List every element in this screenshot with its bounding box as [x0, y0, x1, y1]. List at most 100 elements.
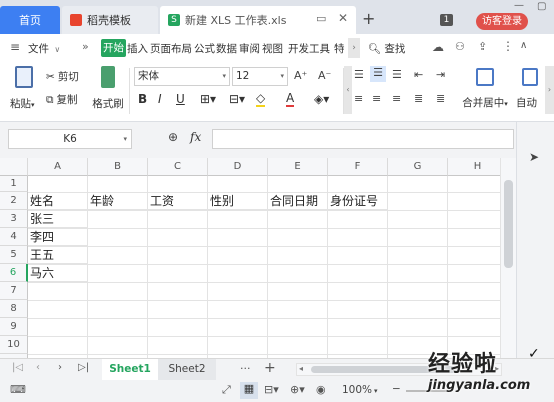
menu-item-formulas[interactable]: 公式: [194, 41, 215, 56]
zoom-level[interactable]: 100% ▾: [342, 384, 378, 396]
cell-C2[interactable]: 工资: [148, 192, 208, 210]
ribbon-scroll-left-icon[interactable]: ‹: [344, 66, 352, 114]
cloud-icon[interactable]: ☁: [432, 40, 444, 54]
next-sheet-icon[interactable]: ›: [58, 362, 62, 373]
zoom-out-button[interactable]: −: [392, 383, 401, 395]
font-size-select[interactable]: 12 ▾: [232, 67, 288, 86]
column-header[interactable]: H: [448, 158, 500, 176]
zoom-search-icon[interactable]: ⊕: [168, 130, 178, 144]
paste-button[interactable]: 粘贴▾: [10, 66, 38, 116]
name-box[interactable]: K6 ▾: [8, 129, 132, 149]
more-left-icon[interactable]: »: [82, 40, 89, 53]
minimize-tab-icon[interactable]: ▭: [316, 12, 326, 25]
menu-item-view[interactable]: 视图: [262, 41, 283, 56]
bold-icon[interactable]: B: [138, 92, 147, 106]
menu-item-home[interactable]: 开始: [101, 39, 126, 57]
row-header[interactable]: 10: [0, 336, 28, 354]
first-sheet-icon[interactable]: |◁: [12, 362, 23, 373]
scrollbar-thumb[interactable]: [504, 180, 513, 268]
cell-A6[interactable]: 马六: [28, 264, 88, 282]
ribbon-scroll-right-icon[interactable]: ›: [545, 66, 554, 114]
formula-input[interactable]: [212, 129, 514, 149]
search-box[interactable]: 🔍︎ 查找: [368, 39, 405, 57]
menu-item-insert[interactable]: 插入: [127, 41, 148, 56]
menu-item-special[interactable]: 特: [334, 41, 345, 56]
spreadsheet-grid[interactable]: A B C D E F G H 1 2 3 4 5 6 7 8 9 10 11 …: [0, 158, 500, 358]
sheet-tab[interactable]: Sheet2: [158, 359, 216, 380]
collapse-ribbon-icon[interactable]: ∧: [520, 40, 527, 51]
page-layout-view-icon[interactable]: ⊟▾: [264, 383, 279, 396]
indent-left-icon[interactable]: ⇤: [414, 68, 423, 81]
italic-icon[interactable]: I: [158, 92, 162, 106]
column-header[interactable]: G: [388, 158, 448, 176]
menu-item-data[interactable]: 数据: [216, 41, 237, 56]
indent-right-icon[interactable]: ⇥: [436, 68, 445, 81]
share-user-icon[interactable]: ⚇: [455, 40, 465, 53]
font-color-icon[interactable]: A: [286, 91, 295, 107]
copy-button[interactable]: ⧉ 复制: [46, 92, 78, 107]
page-break-view-icon[interactable]: ⊕▾: [290, 383, 305, 396]
close-tab-icon[interactable]: ✕: [338, 11, 348, 25]
scroll-left-icon[interactable]: ◂: [299, 364, 303, 373]
login-button[interactable]: 访客登录: [476, 13, 528, 30]
prev-sheet-icon[interactable]: ‹: [36, 362, 40, 373]
column-header[interactable]: B: [88, 158, 148, 176]
cell-A4[interactable]: 李四: [28, 228, 88, 246]
row-header[interactable]: 5: [0, 246, 28, 264]
menu-item-developer[interactable]: 开发工具: [288, 41, 330, 56]
menu-scroll-right-icon[interactable]: ›: [348, 38, 360, 58]
window-restore-icon[interactable]: ▢: [537, 1, 546, 12]
eye-protection-icon[interactable]: ◉: [316, 383, 326, 396]
fullscreen-icon[interactable]: ⤢: [222, 383, 231, 397]
font-decrease-icon[interactable]: A⁻: [318, 69, 331, 82]
cell-B2[interactable]: 年龄: [88, 192, 148, 210]
normal-view-icon[interactable]: ▦: [240, 382, 258, 399]
menu-item-page-layout[interactable]: 页面布局: [150, 41, 192, 56]
column-header[interactable]: A: [28, 158, 88, 176]
merge-grid-icon[interactable]: ⊟▾: [229, 92, 245, 106]
last-sheet-icon[interactable]: ▷|: [78, 362, 89, 373]
sheet-tab-active[interactable]: Sheet1: [102, 359, 158, 380]
share-icon[interactable]: ⇪: [478, 40, 487, 53]
row-header[interactable]: 3: [0, 210, 28, 228]
file-menu[interactable]: 文件 ∨: [28, 41, 60, 56]
eraser-icon[interactable]: ◈▾: [314, 92, 329, 106]
window-minimize-icon[interactable]: —: [514, 0, 524, 11]
more-options-icon[interactable]: ⋮: [502, 39, 514, 53]
cell-D2[interactable]: 性别: [208, 192, 268, 210]
macro-record-icon[interactable]: ⌨: [10, 383, 26, 396]
row-header[interactable]: 2: [0, 192, 28, 210]
new-tab-button[interactable]: +: [362, 9, 375, 28]
row-header-selected[interactable]: 6: [0, 264, 28, 282]
vertical-scrollbar[interactable]: [500, 158, 516, 358]
border-icon[interactable]: ⊞▾: [200, 92, 216, 106]
font-name-select[interactable]: 宋体 ▾: [134, 67, 230, 86]
hamburger-icon[interactable]: ≡: [10, 40, 20, 54]
column-header[interactable]: C: [148, 158, 208, 176]
align-right-icon[interactable]: ≡: [392, 92, 401, 105]
format-painter-button[interactable]: 格式刷: [92, 66, 124, 116]
distributed-icon[interactable]: ≣: [436, 92, 445, 105]
align-center-icon[interactable]: ≡: [372, 92, 381, 105]
column-header[interactable]: F: [328, 158, 388, 176]
merge-center-button[interactable]: 合并居中▾: [460, 66, 510, 116]
fill-color-icon[interactable]: ◇: [256, 91, 266, 107]
align-left-icon[interactable]: ≡: [354, 92, 363, 105]
column-header[interactable]: E: [268, 158, 328, 176]
cell-A5[interactable]: 王五: [28, 246, 88, 264]
row-header[interactable]: 8: [0, 300, 28, 318]
cell-A2[interactable]: 姓名: [28, 192, 88, 210]
column-header[interactable]: D: [208, 158, 268, 176]
underline-icon[interactable]: U: [176, 92, 185, 106]
auto-wrap-button[interactable]: 自动: [516, 66, 546, 116]
more-sheets-button[interactable]: ···: [240, 362, 251, 375]
fx-button[interactable]: fx: [190, 130, 201, 144]
cell-A3[interactable]: 张三: [28, 210, 88, 228]
window-count-badge[interactable]: 1: [440, 14, 453, 26]
row-header[interactable]: 1: [0, 176, 28, 192]
row-header[interactable]: 4: [0, 228, 28, 246]
justify-icon[interactable]: ≣: [414, 92, 423, 105]
row-header[interactable]: 9: [0, 318, 28, 336]
row-header[interactable]: 7: [0, 282, 28, 300]
tab-home[interactable]: 首页: [0, 6, 60, 34]
